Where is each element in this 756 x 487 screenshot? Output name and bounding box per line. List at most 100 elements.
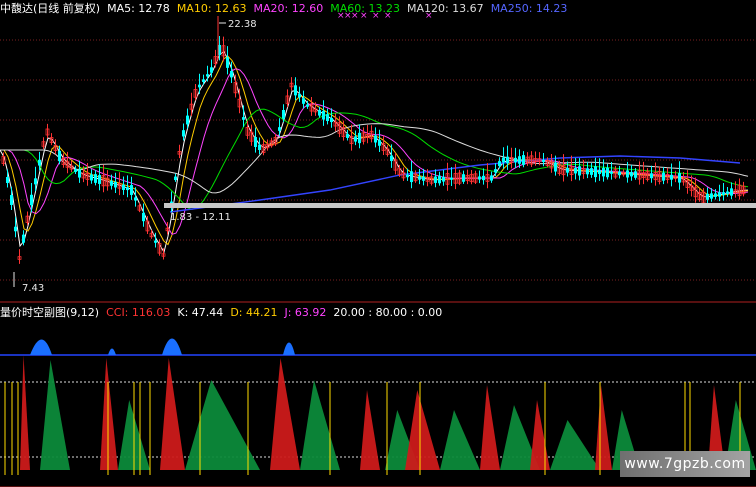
cci-red-wave	[480, 385, 500, 470]
candle-body	[22, 234, 25, 243]
cci-label: CCI: 116.03	[106, 306, 171, 319]
candle-body	[10, 195, 13, 205]
kdj-green-wave	[550, 420, 600, 470]
candle-body	[6, 177, 9, 183]
candle-body	[294, 85, 297, 96]
candle-body	[390, 155, 393, 162]
candle-body	[602, 167, 605, 177]
candle-body	[594, 166, 597, 178]
candle-body	[714, 193, 717, 197]
candle-body	[490, 175, 493, 181]
candle-body	[574, 167, 577, 174]
high-price-label: 22.38	[228, 19, 257, 30]
main-chart-legend: 中馥达(日线 前复权) MA5: 12.78 MA10: 12.63 MA20:…	[0, 1, 567, 17]
candle-body	[330, 117, 333, 123]
kdj-green-wave	[440, 410, 480, 470]
ma250-label: MA250: 14.23	[490, 2, 568, 15]
candle-body	[406, 174, 409, 178]
candle-body	[554, 162, 557, 172]
candle-body	[94, 174, 97, 183]
k-label: K: 47.44	[177, 306, 224, 319]
candle-body	[706, 193, 709, 200]
cci-peak	[30, 339, 52, 355]
candle-body	[662, 172, 665, 181]
candle-body	[142, 212, 145, 222]
ma20-label: MA20: 12.60	[253, 2, 324, 15]
cci-red-wave	[405, 390, 440, 470]
support-range-label: 1.83 - 12.11	[170, 212, 231, 223]
candle-body	[298, 93, 301, 98]
candle-body	[78, 169, 81, 178]
level-values: 20.00 : 80.00 : 0.00	[333, 306, 443, 319]
candle-body	[378, 140, 381, 146]
candle-body	[618, 171, 621, 176]
candle-body	[126, 187, 129, 191]
candle-body	[610, 171, 613, 174]
candle-body	[598, 169, 601, 174]
candle-body	[134, 197, 137, 201]
candle-body	[434, 176, 437, 183]
candle-body	[302, 98, 305, 104]
candle-body	[566, 167, 569, 173]
candle-body	[318, 110, 321, 116]
ma5-line	[0, 51, 749, 254]
candle-body	[206, 74, 209, 77]
candle-body	[482, 175, 485, 181]
candle-body	[354, 136, 357, 142]
candle-body	[442, 176, 445, 182]
kdj-green-wave	[185, 380, 260, 470]
candle-body	[678, 173, 681, 183]
candle-body	[58, 150, 61, 162]
candle-body	[90, 174, 93, 181]
candle-body	[422, 176, 425, 181]
low-price-label: 7.43	[22, 283, 45, 294]
candle-body	[374, 135, 377, 143]
d-label: D: 44.21	[230, 306, 278, 319]
candle-body	[122, 184, 125, 190]
candle-body	[514, 157, 517, 163]
candle-body	[14, 226, 17, 232]
cci-peak	[108, 348, 116, 355]
candle-body	[322, 110, 325, 120]
candle-body	[670, 174, 673, 180]
candle-body	[358, 132, 361, 144]
candle-body	[630, 172, 633, 177]
candle-body	[542, 159, 545, 163]
candle-body	[450, 177, 453, 180]
candle-body	[346, 134, 349, 138]
candle-body	[202, 79, 205, 82]
candle-body	[626, 170, 629, 178]
candle-body	[498, 161, 501, 167]
cci-red-wave	[20, 355, 30, 470]
candle-body	[726, 191, 729, 195]
j-label: J: 63.92	[284, 306, 327, 319]
cci-peak	[283, 342, 295, 355]
candle-body	[326, 114, 329, 122]
stock-chart-window: × × × × × × × 中馥达(日线 前复权) MA5: 12.78 MA10: 12.…	[0, 0, 756, 487]
watermark-banner: www.7gpzb.com	[620, 451, 750, 477]
candle-body	[718, 192, 721, 197]
candle-body	[154, 240, 157, 243]
candle-body	[174, 176, 177, 181]
cci-red-wave	[595, 385, 612, 470]
candle-body	[418, 176, 421, 180]
candle-body	[650, 173, 653, 179]
candle-body	[518, 156, 521, 164]
ma60-label: MA60: 13.23	[330, 2, 400, 15]
candle-body	[506, 156, 509, 164]
cci-red-wave	[100, 358, 118, 470]
candle-body	[710, 193, 713, 199]
support-band	[164, 203, 756, 208]
candle-body	[722, 192, 725, 196]
candle-body	[282, 110, 285, 119]
candle-body	[38, 159, 41, 166]
candle-body	[186, 115, 189, 125]
candle-body	[438, 175, 441, 184]
candle-body	[258, 144, 261, 150]
chart-canvas[interactable]: × × × × × × ×	[0, 0, 756, 487]
candle-body	[278, 127, 281, 131]
candle-body	[522, 155, 525, 165]
stock-title: 中馥达(日线 前复权)	[0, 2, 101, 15]
candle-body	[586, 168, 589, 175]
candle-body	[410, 171, 413, 183]
